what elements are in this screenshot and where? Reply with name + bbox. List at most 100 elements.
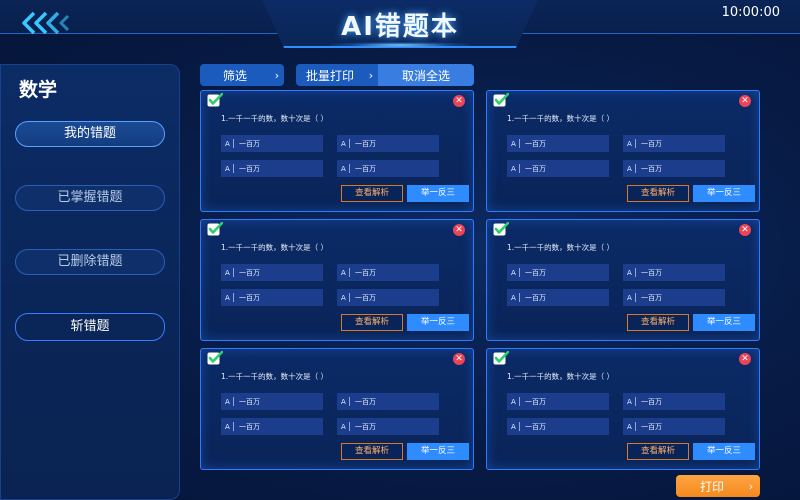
answer-option[interactable]: A 一百万 xyxy=(623,289,725,306)
question-card: ✕ 1.一千一千的数，数十次是（ ） A 一百万 A 一百万 A 一百万 A 一百万 查看解析 举一反… xyxy=(200,219,474,341)
option-text: 一百万 xyxy=(641,139,662,148)
answer-option[interactable]: A 一百万 xyxy=(221,135,323,152)
answer-option[interactable]: A 一百万 xyxy=(221,289,323,306)
chevron-right-icon: › xyxy=(748,479,754,493)
option-key: A xyxy=(627,164,632,173)
option-text: 一百万 xyxy=(239,293,260,302)
chevron-right-icon: › xyxy=(274,68,280,82)
checkbox-checked-icon[interactable] xyxy=(207,222,223,236)
question-card: ✕ 1.一千一千的数，数十次是（ ） A 一百万 A 一百万 A 一百万 A 一百万 查看解析 举一反… xyxy=(486,219,760,341)
filter-label: 筛选 xyxy=(222,68,247,83)
option-text: 一百万 xyxy=(641,268,662,277)
answer-option[interactable]: A 一百万 xyxy=(507,160,609,177)
checkbox-checked-icon[interactable] xyxy=(493,351,509,365)
view-analysis-button[interactable]: 查看解析 xyxy=(627,443,689,460)
answer-option[interactable]: A 一百万 xyxy=(507,289,609,306)
option-text: 一百万 xyxy=(525,422,546,431)
filter-button[interactable]: 筛选 › xyxy=(200,64,284,86)
option-key: A xyxy=(511,139,516,148)
similar-practice-button[interactable]: 举一反三 xyxy=(693,314,755,331)
answer-option[interactable]: A 一百万 xyxy=(337,160,439,177)
batch-print-button[interactable]: 批量打印 › xyxy=(296,64,378,86)
batch-print-label: 批量打印 xyxy=(305,68,354,83)
option-text: 一百万 xyxy=(239,397,260,406)
option-text: 一百万 xyxy=(355,422,376,431)
option-divider xyxy=(519,268,520,277)
option-divider xyxy=(635,293,636,302)
answer-option[interactable]: A 一百万 xyxy=(623,135,725,152)
sidebar-item-my-mistakes[interactable]: 我的错题 xyxy=(15,121,165,147)
option-divider xyxy=(519,397,520,406)
close-icon[interactable]: ✕ xyxy=(739,224,751,236)
checkbox-checked-icon[interactable] xyxy=(493,93,509,107)
option-text: 一百万 xyxy=(525,268,546,277)
back-button[interactable] xyxy=(20,10,72,36)
close-icon[interactable]: ✕ xyxy=(453,224,465,236)
option-key: A xyxy=(225,422,230,431)
checkbox-checked-icon[interactable] xyxy=(493,222,509,236)
option-key: A xyxy=(341,164,346,173)
view-analysis-button[interactable]: 查看解析 xyxy=(341,443,403,460)
option-text: 一百万 xyxy=(641,293,662,302)
sidebar-item-deleted[interactable]: 已删除错题 xyxy=(15,249,165,275)
answer-option[interactable]: A 一百万 xyxy=(221,393,323,410)
option-divider xyxy=(349,164,350,173)
option-divider xyxy=(349,139,350,148)
option-key: A xyxy=(511,422,516,431)
view-analysis-button[interactable]: 查看解析 xyxy=(341,185,403,202)
answer-option[interactable]: A 一百万 xyxy=(507,135,609,152)
option-divider xyxy=(349,293,350,302)
answer-option[interactable]: A 一百万 xyxy=(507,264,609,281)
answer-option[interactable]: A 一百万 xyxy=(507,418,609,435)
close-icon[interactable]: ✕ xyxy=(453,353,465,365)
view-analysis-button[interactable]: 查看解析 xyxy=(627,314,689,331)
view-analysis-button[interactable]: 查看解析 xyxy=(341,314,403,331)
option-key: A xyxy=(627,422,632,431)
answer-option[interactable]: A 一百万 xyxy=(221,264,323,281)
option-divider xyxy=(233,268,234,277)
option-text: 一百万 xyxy=(355,293,376,302)
option-key: A xyxy=(341,293,346,302)
option-key: A xyxy=(341,268,346,277)
close-icon[interactable]: ✕ xyxy=(453,95,465,107)
question-card: ✕ 1.一千一千的数，数十次是（ ） A 一百万 A 一百万 A 一百万 A 一百万查看解析 举一反… xyxy=(200,90,474,212)
sidebar: 数学 我的错题 已掌握错题 已删除错题 斩错题 xyxy=(0,64,180,500)
answer-option[interactable]: A 一百万 xyxy=(337,418,439,435)
answer-option[interactable]: A 一百万 xyxy=(507,393,609,410)
similar-practice-button[interactable]: 举一反三 xyxy=(407,314,469,331)
checkbox-checked-icon[interactable] xyxy=(207,351,223,365)
answer-option[interactable]: A 一百万 xyxy=(623,393,725,410)
question-text: 1.一千一千的数，数十次是（ ） xyxy=(221,114,329,123)
sidebar-item-slay-mistakes[interactable]: 斩错题 xyxy=(15,313,165,341)
print-button[interactable]: 打印 › xyxy=(676,475,760,497)
close-icon[interactable]: ✕ xyxy=(739,353,751,365)
option-text: 一百万 xyxy=(525,397,546,406)
option-text: 一百万 xyxy=(525,139,546,148)
similar-practice-button[interactable]: 举一反三 xyxy=(407,185,469,202)
similar-practice-button[interactable]: 举一反三 xyxy=(407,443,469,460)
question-text: 1.一千一千的数，数十次是（ ） xyxy=(221,243,329,252)
close-icon[interactable]: ✕ xyxy=(739,95,751,107)
answer-option[interactable]: A 一百万 xyxy=(623,160,725,177)
clock: 10:00:00 xyxy=(721,5,780,20)
answer-option[interactable]: A 一百万 xyxy=(221,418,323,435)
answer-option[interactable]: A 一百万 xyxy=(337,264,439,281)
option-key: A xyxy=(511,164,516,173)
question-card: ✕ 1.一千一千的数，数十次是（ ） A 一百万 A 一百万 A 一百万 A 一百万 查看解析 举一反… xyxy=(200,348,474,470)
checkbox-checked-icon[interactable] xyxy=(207,93,223,107)
question-text: 1.一千一千的数，数十次是（ ） xyxy=(507,114,615,123)
answer-option[interactable]: A 一百万 xyxy=(221,160,323,177)
deselect-all-button[interactable]: 取消全选 xyxy=(378,64,474,86)
similar-practice-button[interactable]: 举一反三 xyxy=(693,185,755,202)
answer-option[interactable]: A 一百万 xyxy=(623,418,725,435)
answer-option[interactable]: A 一百万 xyxy=(337,289,439,306)
answer-option[interactable]: A 一百万 xyxy=(623,264,725,281)
page-title: AI错题本 xyxy=(341,12,459,42)
view-analysis-button[interactable]: 查看解析 xyxy=(627,185,689,202)
print-label: 打印 xyxy=(699,479,724,494)
sidebar-item-mastered[interactable]: 已掌握错题 xyxy=(15,185,165,211)
similar-practice-button[interactable]: 举一反三 xyxy=(693,443,755,460)
answer-option[interactable]: A 一百万 xyxy=(337,135,439,152)
answer-option[interactable]: A 一百万 xyxy=(337,393,439,410)
option-divider xyxy=(233,139,234,148)
